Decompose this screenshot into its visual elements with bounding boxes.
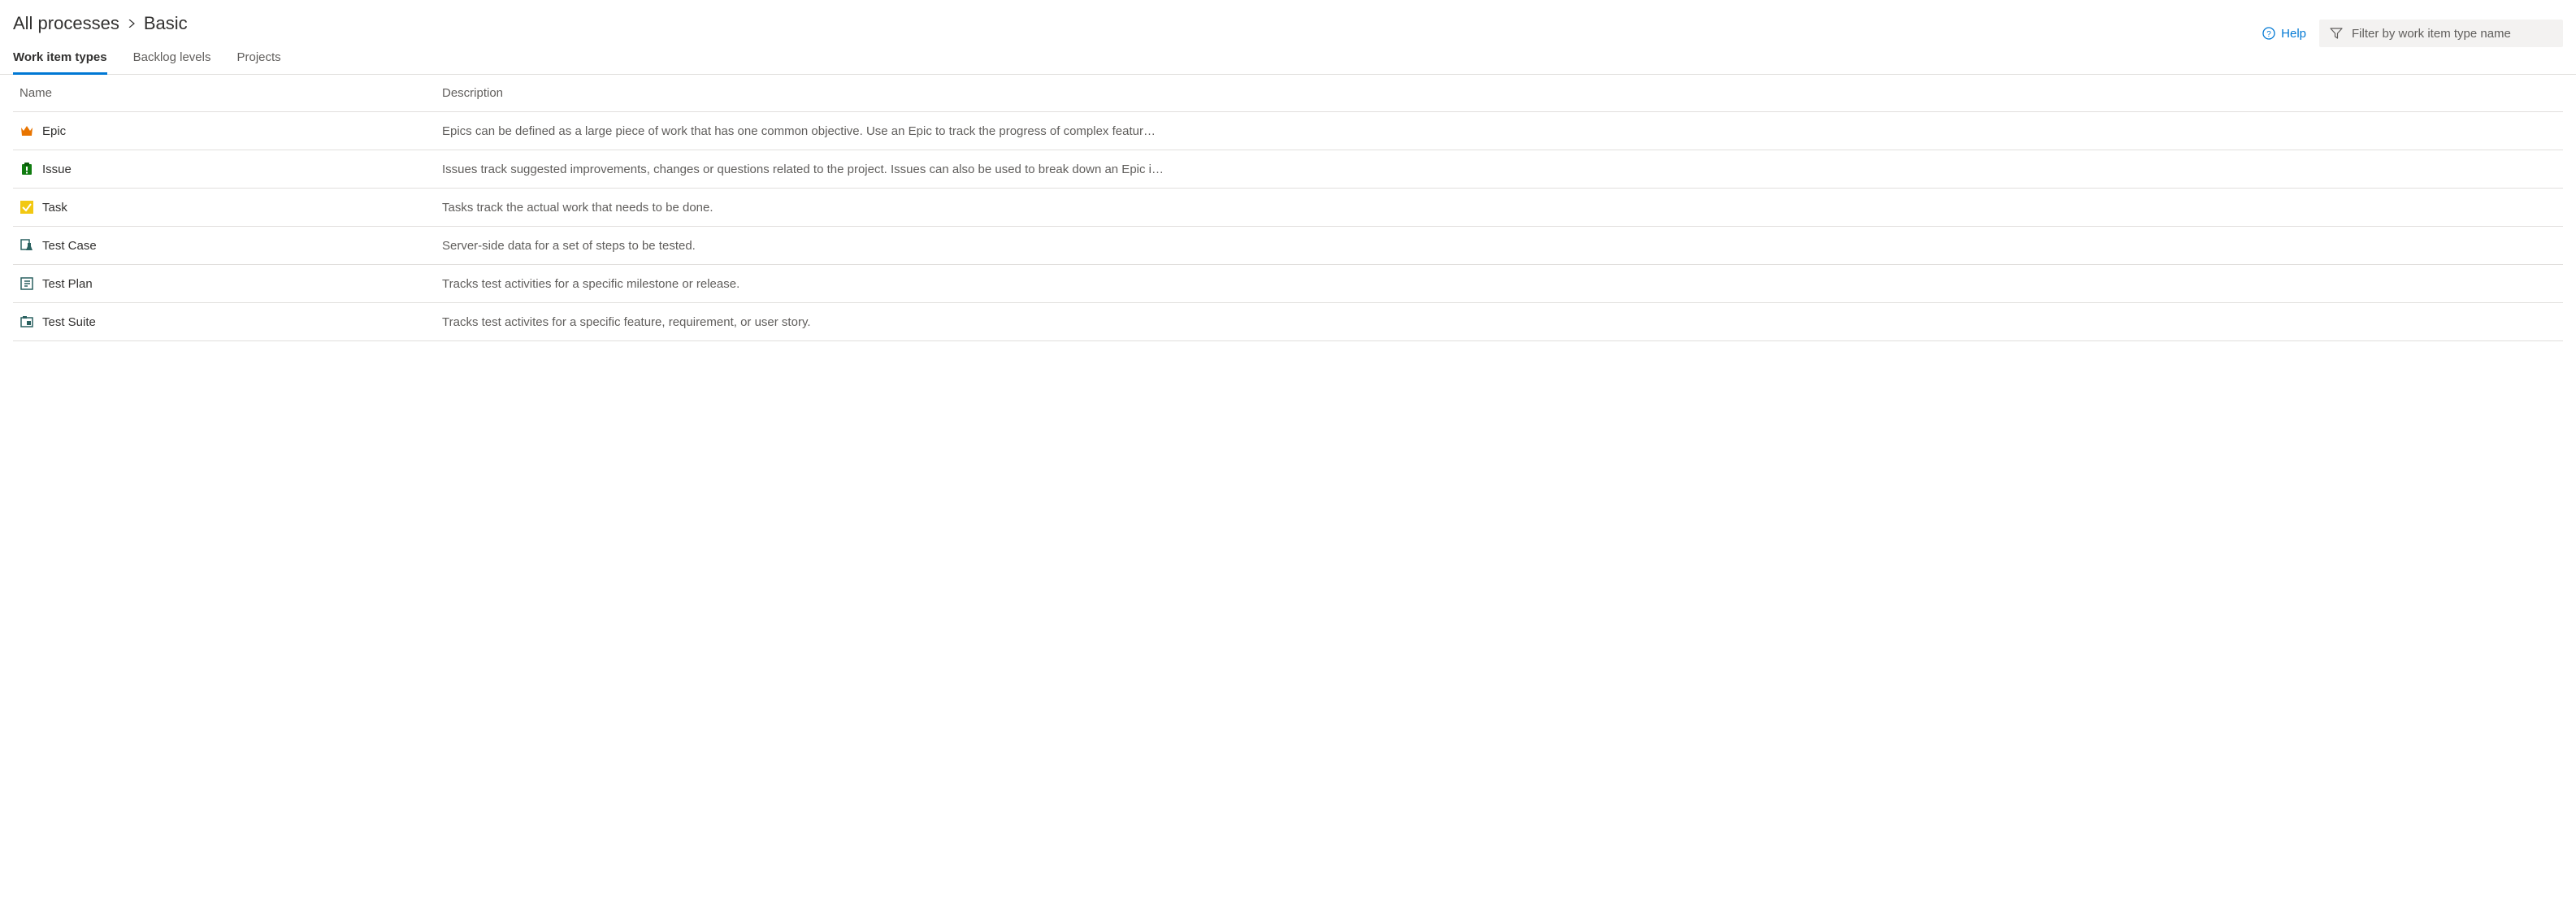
- work-item-description: Issues track suggested improvements, cha…: [442, 163, 2556, 176]
- breadcrumb-parent-link[interactable]: All processes: [13, 13, 119, 34]
- breadcrumb-current: Basic: [144, 13, 188, 34]
- work-item-name: Test Case: [42, 239, 97, 253]
- breadcrumb: All processes Basic: [13, 13, 188, 34]
- tab-projects[interactable]: Projects: [236, 47, 280, 75]
- table-row[interactable]: Test Case Server-side data for a set of …: [13, 227, 2563, 265]
- work-item-name: Issue: [42, 163, 72, 176]
- work-item-name: Task: [42, 201, 67, 215]
- test-case-icon: [20, 238, 34, 253]
- column-header-description[interactable]: Description: [442, 86, 2556, 100]
- test-suite-icon: [20, 314, 34, 329]
- help-icon: ?: [2262, 26, 2276, 41]
- column-header-name[interactable]: Name: [20, 86, 442, 100]
- table-row[interactable]: Test Plan Tracks test activities for a s…: [13, 265, 2563, 303]
- work-item-description: Tracks test activities for a specific mi…: [442, 277, 2556, 291]
- work-item-description: Tasks track the actual work that needs t…: [442, 201, 2556, 215]
- work-item-types-table: Name Description Epic Epics can be defin…: [0, 75, 2576, 341]
- work-item-name: Test Suite: [42, 315, 96, 329]
- test-plan-icon: [20, 276, 34, 291]
- table-row[interactable]: Task Tasks track the actual work that ne…: [13, 189, 2563, 227]
- work-item-description: Tracks test activites for a specific fea…: [442, 315, 2556, 329]
- filter-input[interactable]: [2352, 27, 2553, 41]
- filter-box[interactable]: [2319, 20, 2563, 47]
- work-item-description: Epics can be defined as a large piece of…: [442, 124, 2556, 138]
- help-label: Help: [2281, 27, 2306, 41]
- table-header: Name Description: [13, 75, 2563, 112]
- chevron-right-icon: [128, 20, 136, 28]
- clipboard-icon: [20, 162, 34, 176]
- tab-backlog-levels[interactable]: Backlog levels: [133, 47, 211, 75]
- check-box-icon: [20, 200, 34, 215]
- table-row[interactable]: Test Suite Tracks test activites for a s…: [13, 303, 2563, 341]
- tab-work-item-types[interactable]: Work item types: [13, 47, 107, 75]
- crown-icon: [20, 124, 34, 138]
- help-link[interactable]: ? Help: [2262, 26, 2306, 41]
- work-item-description: Server-side data for a set of steps to b…: [442, 239, 2556, 253]
- work-item-name: Epic: [42, 124, 66, 138]
- filter-icon: [2329, 26, 2344, 41]
- svg-text:?: ?: [2266, 30, 2271, 39]
- table-row[interactable]: Epic Epics can be defined as a large pie…: [13, 112, 2563, 150]
- tabs: Work item types Backlog levels Projects: [0, 47, 2576, 75]
- table-row[interactable]: Issue Issues track suggested improvement…: [13, 150, 2563, 189]
- work-item-name: Test Plan: [42, 277, 93, 291]
